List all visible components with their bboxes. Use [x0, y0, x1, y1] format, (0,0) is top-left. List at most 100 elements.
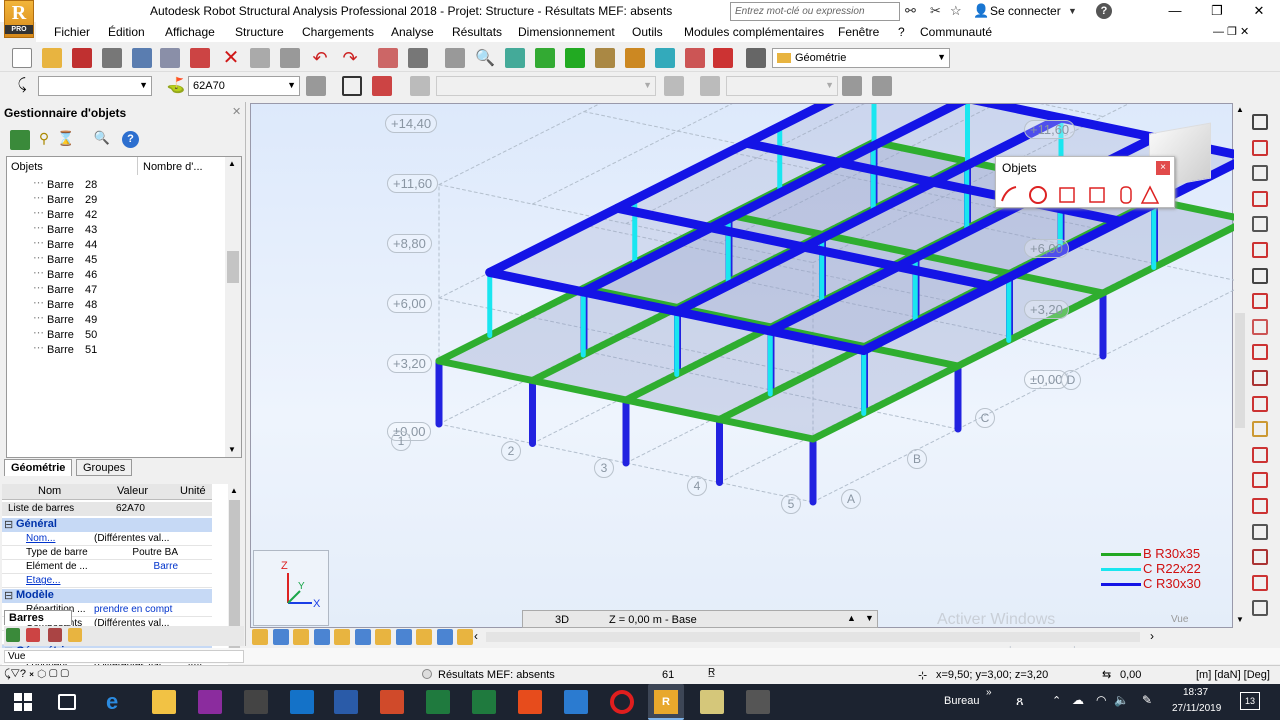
new-icon[interactable] — [12, 48, 32, 68]
folder-icon[interactable] — [700, 690, 724, 714]
menu-affichage[interactable]: Affichage — [165, 25, 215, 39]
snap-icon[interactable]: ⊹ — [918, 669, 927, 682]
view-plane[interactable]: Z = 0,00 m - Base — [609, 614, 697, 626]
close-icon[interactable]: ✕ — [232, 105, 241, 118]
tree-item[interactable]: ⋯ Barre 51 — [33, 342, 97, 356]
result-icon[interactable] — [1252, 370, 1268, 386]
tree-item[interactable]: ⋯ Barre 28 — [33, 177, 97, 191]
selection-combo[interactable]: ▼ — [38, 76, 152, 96]
horizontal-scrollbar[interactable] — [486, 632, 1140, 642]
property-row[interactable]: Type de barre Poutre BA — [2, 546, 212, 561]
scroll-right-icon[interactable]: › — [1150, 629, 1154, 643]
zoom-out-icon[interactable] — [293, 629, 309, 645]
table-icon[interactable] — [1252, 600, 1268, 617]
export-icon[interactable] — [1252, 574, 1268, 591]
filter-icon[interactable] — [306, 76, 326, 96]
task-view-icon[interactable] — [58, 694, 76, 710]
preview-icon[interactable] — [160, 48, 180, 68]
redo-icon[interactable]: ↷ — [340, 48, 360, 68]
spring-icon[interactable] — [1252, 549, 1268, 566]
zoom-in-icon[interactable] — [272, 629, 289, 645]
store-icon[interactable] — [244, 690, 268, 714]
menu-help[interactable]: ? — [898, 25, 905, 39]
pan2-icon[interactable] — [354, 629, 371, 645]
release-icon[interactable] — [1252, 216, 1268, 233]
undo-icon[interactable]: ↶ — [310, 48, 330, 68]
property-row[interactable]: Nom... (Différentes val... — [2, 532, 212, 547]
tree-item[interactable]: ⋯ Barre 50 — [33, 327, 97, 341]
measure-icon[interactable] — [595, 48, 615, 68]
tree-item[interactable]: ⋯ Barre 29 — [33, 192, 97, 206]
hourglass-icon[interactable]: ⌛ — [56, 130, 76, 150]
level-up-icon[interactable]: ▲ — [847, 613, 856, 623]
section-icon[interactable] — [1252, 139, 1268, 156]
mode-icon[interactable] — [664, 76, 684, 96]
onenote-icon[interactable] — [198, 690, 222, 714]
menu-analyse[interactable]: Analyse — [391, 25, 434, 39]
signin-button[interactable]: Se connecter — [990, 4, 1061, 18]
save-icon[interactable] — [72, 48, 92, 68]
pan-icon[interactable] — [565, 48, 585, 68]
user-icon[interactable]: 👤 — [973, 3, 989, 19]
bar-list-value[interactable]: 62A70 — [116, 503, 145, 514]
menu-dimensionnement[interactable]: Dimensionnement — [518, 25, 615, 39]
beam-tool-icon[interactable] — [1252, 293, 1268, 310]
tree-icon[interactable] — [10, 130, 30, 150]
calc-icon[interactable] — [378, 48, 398, 68]
search-icon[interactable]: 🔍 — [92, 130, 112, 150]
close-button[interactable]: ✕ — [1238, 0, 1280, 22]
property-section[interactable]: ⊟ Modèle — [2, 588, 212, 603]
print-icon[interactable] — [102, 48, 122, 68]
clock-time[interactable]: 18:37 — [1183, 687, 1208, 698]
stair2-icon[interactable] — [1252, 498, 1268, 514]
star-icon[interactable]: ☆ — [950, 3, 962, 19]
property-value[interactable]: Barre — [94, 561, 178, 572]
visio-icon[interactable] — [564, 690, 588, 714]
property-row[interactable]: Elément de ... Barre — [2, 560, 212, 575]
windows-start-icon[interactable] — [14, 693, 34, 711]
printer-icon[interactable] — [372, 76, 392, 96]
tree-item[interactable]: ⋯ Barre 44 — [33, 237, 97, 251]
case-icon[interactable] — [410, 76, 430, 96]
tree-item[interactable]: ⋯ Barre 42 — [33, 207, 97, 221]
menu-structure[interactable]: Structure — [235, 25, 284, 39]
measure2-icon[interactable] — [375, 629, 391, 645]
copy-icon[interactable] — [250, 48, 270, 68]
layout-icon[interactable] — [746, 48, 766, 68]
level-down-icon[interactable]: ▼ — [865, 613, 874, 623]
structure-icon[interactable] — [685, 48, 705, 68]
tree-item[interactable]: ⋯ Barre 43 — [33, 222, 97, 236]
maximize-button[interactable]: ❐ — [1196, 0, 1238, 22]
house-icon[interactable] — [342, 76, 362, 96]
beam-icon[interactable] — [68, 628, 82, 642]
tree-scrollbar[interactable]: ▲ ▼ — [225, 157, 241, 457]
display-icon[interactable] — [655, 48, 675, 68]
excel-icon[interactable] — [472, 690, 496, 714]
tools-icon[interactable]: ✂ — [930, 3, 941, 19]
units[interactable]: [m] [daN] [Deg] — [1196, 669, 1270, 681]
explorer-icon[interactable] — [152, 690, 176, 714]
outlook-icon[interactable] — [290, 690, 314, 714]
zoom-window-icon[interactable] — [505, 48, 525, 68]
delete-icon[interactable]: ✕ — [221, 48, 241, 68]
tab-barres[interactable]: Barres — [4, 610, 72, 625]
lock-icon[interactable] — [445, 48, 465, 68]
table2-icon[interactable] — [416, 629, 432, 645]
property-row[interactable]: Etage... — [2, 574, 212, 589]
help-icon[interactable]: ? — [122, 131, 139, 148]
screenshot-icon[interactable] — [190, 48, 210, 68]
paste-icon[interactable] — [280, 48, 300, 68]
material-icon[interactable] — [1252, 190, 1268, 207]
project-icon[interactable] — [426, 690, 450, 714]
panel-icon[interactable] — [1252, 318, 1268, 335]
undo-view-icon[interactable] — [252, 629, 268, 645]
menu-communaute[interactable]: Communauté — [920, 25, 992, 39]
tree-item[interactable]: ⋯ Barre 47 — [33, 282, 97, 296]
settings-icon[interactable] — [713, 48, 733, 68]
select-icon[interactable]: ⤹ — [12, 76, 32, 96]
section-icon[interactable] — [625, 48, 645, 68]
viewport-scrollbar[interactable]: ▲ ▼ — [1234, 103, 1246, 628]
app-icon[interactable] — [518, 690, 542, 714]
open-icon[interactable] — [42, 48, 62, 68]
network-icon[interactable]: ☁ — [1072, 693, 1084, 707]
